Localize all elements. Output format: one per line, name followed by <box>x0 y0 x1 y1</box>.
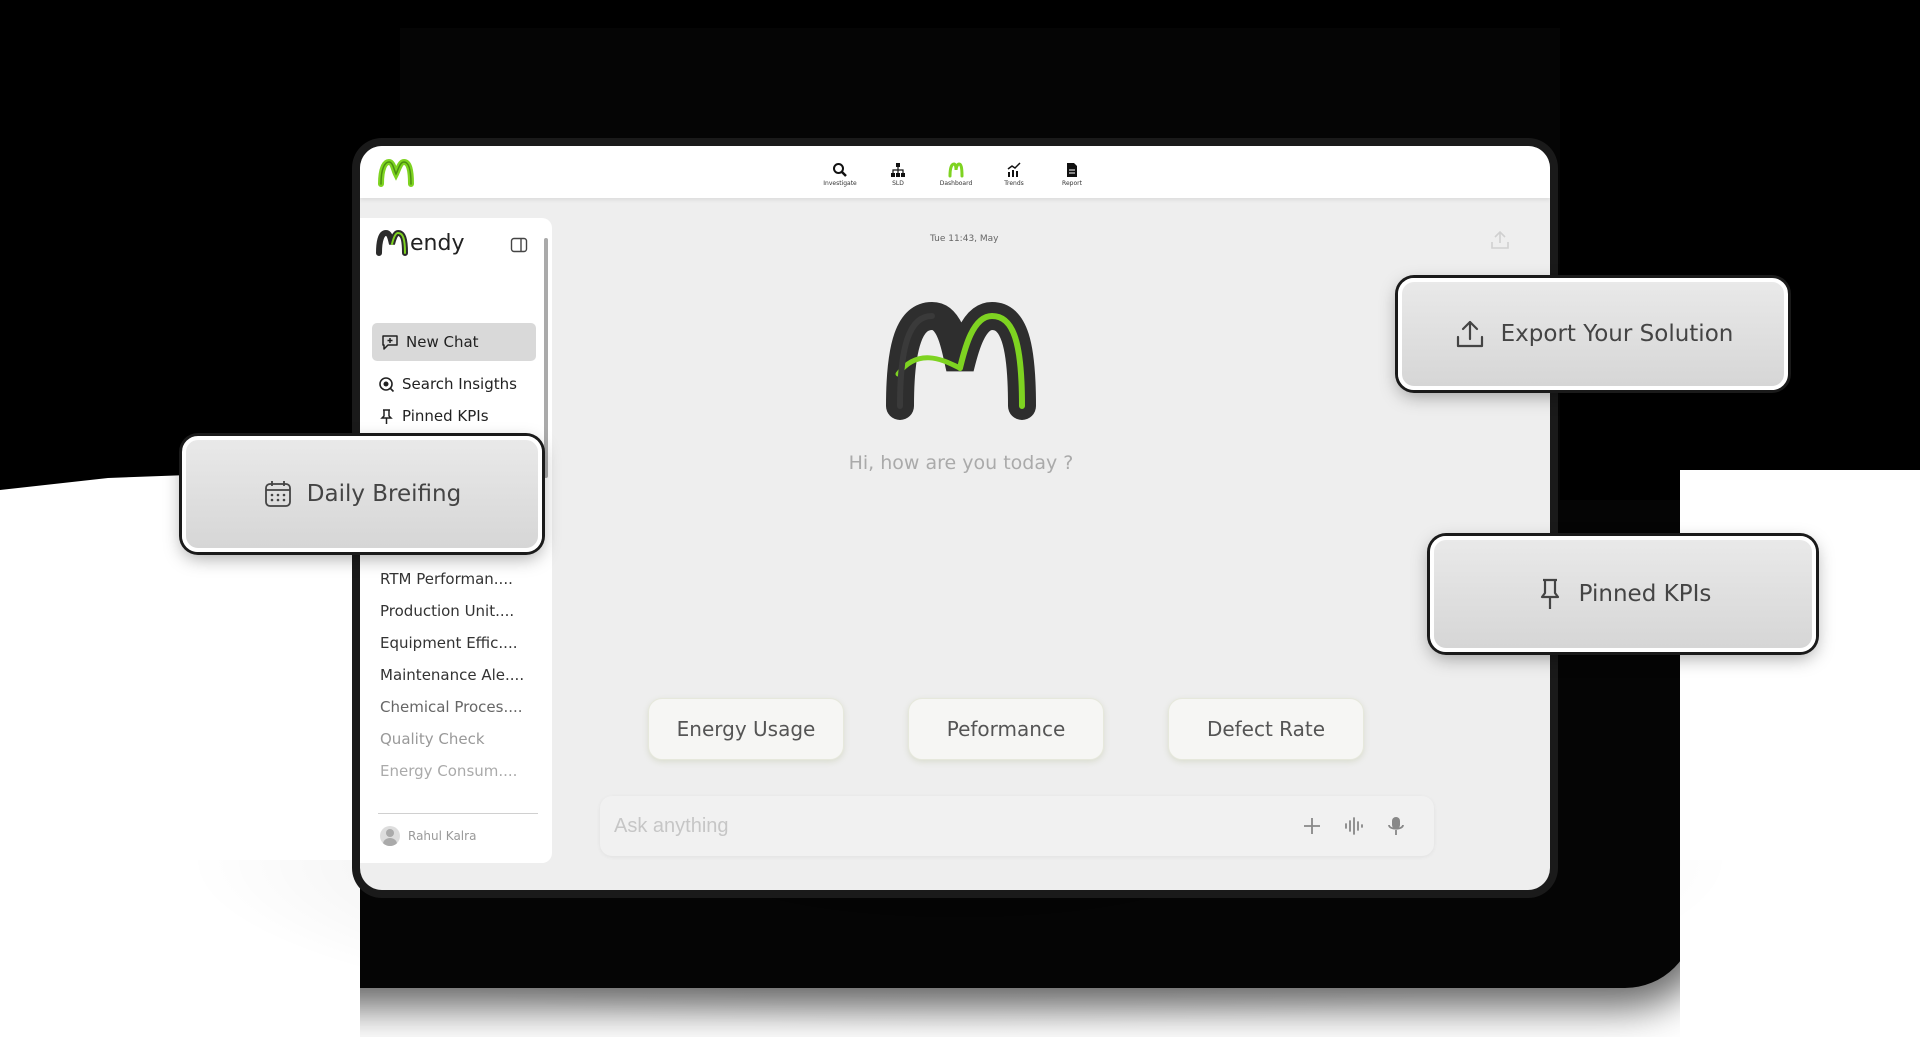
pin-icon <box>380 408 393 424</box>
history-item[interactable]: Maintenance Ale.... <box>380 659 524 691</box>
backdrop-right <box>1560 0 1920 500</box>
greeting: Hi, how are you today ? <box>848 452 1074 474</box>
history-item[interactable]: Chemical Proces.... <box>380 691 524 723</box>
brand: endy <box>376 230 464 256</box>
nav-label: Trends <box>1004 180 1024 187</box>
nav-investigate[interactable]: Investigate <box>822 162 858 187</box>
suggestion-chip-defect-rate[interactable]: Defect Rate <box>1168 698 1364 760</box>
date-label: Tue 11:43, May <box>930 234 999 244</box>
top-bar: Investigate SLD Dashboard Trends Report <box>360 146 1550 198</box>
pinned-kpis-card-label: Pinned KPIs <box>1578 581 1712 607</box>
trend-chart-icon <box>1007 162 1021 177</box>
mendy-logo-icon <box>886 301 1036 420</box>
new-chat-label: New Chat <box>406 333 479 351</box>
daily-briefing-card[interactable]: Daily Breifing <box>182 436 542 552</box>
sidebar-divider <box>378 813 538 814</box>
nav-label: Investigate <box>823 180 857 187</box>
hierarchy-icon <box>891 163 905 177</box>
voice-wave-icon[interactable] <box>1342 814 1366 838</box>
nav-trends[interactable]: Trends <box>996 162 1032 187</box>
history-item[interactable]: Production Unit.... <box>380 595 524 627</box>
nav-report[interactable]: Report <box>1054 162 1090 187</box>
pin-icon <box>1540 578 1559 609</box>
new-chat-icon <box>382 335 398 350</box>
top-nav: Investigate SLD Dashboard Trends Report <box>822 162 1090 187</box>
user-name: Rahul Kalra <box>408 829 477 843</box>
document-icon <box>1067 163 1077 177</box>
history-item[interactable]: RTM Performan.... <box>380 563 524 595</box>
nav-dashboard[interactable]: Dashboard <box>938 162 974 187</box>
suggestion-chip-energy-usage[interactable]: Energy Usage <box>648 698 844 760</box>
mendy-logo-icon[interactable] <box>378 158 414 188</box>
sidebar-toggle-icon[interactable] <box>510 236 528 254</box>
mendy-logo-icon <box>376 230 408 256</box>
upload-icon <box>1456 320 1483 348</box>
export-solution-label: Export Your Solution <box>1500 321 1734 347</box>
sidebar-scrollbar[interactable] <box>544 238 548 478</box>
pinned-kpis-label: Pinned KPIs <box>402 407 489 425</box>
export-solution-card[interactable]: Export Your Solution <box>1398 278 1788 390</box>
history-item[interactable]: Quality Check <box>380 723 524 755</box>
calendar-icon <box>264 481 291 507</box>
pinned-kpis-card[interactable]: Pinned KPIs <box>1430 536 1816 652</box>
nav-sld[interactable]: SLD <box>880 162 916 187</box>
history-item[interactable]: Equipment Effic.... <box>380 627 524 659</box>
history-item[interactable]: Energy Consum.... <box>380 755 524 787</box>
search-icon <box>379 376 395 392</box>
nav-label: Report <box>1062 180 1082 187</box>
ask-input[interactable] <box>614 808 1214 844</box>
search-icon <box>833 163 847 177</box>
search-insights-label: Search Insigths <box>402 375 517 393</box>
pinned-kpis-link[interactable]: Pinned KPIs <box>378 407 489 425</box>
mendy-logo-icon <box>948 162 964 178</box>
user-profile[interactable]: Rahul Kalra <box>380 826 476 846</box>
plus-icon[interactable] <box>1300 814 1324 838</box>
chat-history: RTM Performan.... Production Unit.... Eq… <box>380 563 524 787</box>
daily-briefing-label: Daily Breifing <box>306 481 462 507</box>
nav-label: SLD <box>892 180 904 187</box>
new-chat-button[interactable]: New Chat <box>372 323 536 361</box>
share-icon[interactable] <box>1488 228 1512 252</box>
brand-name: endy <box>410 230 465 256</box>
search-insights-link[interactable]: Search Insigths <box>378 375 517 393</box>
microphone-icon[interactable] <box>1384 814 1408 838</box>
nav-label: Dashboard <box>939 180 973 187</box>
chat-input-box <box>600 796 1434 856</box>
avatar <box>380 826 400 846</box>
suggestion-chip-performance[interactable]: Peformance <box>908 698 1104 760</box>
